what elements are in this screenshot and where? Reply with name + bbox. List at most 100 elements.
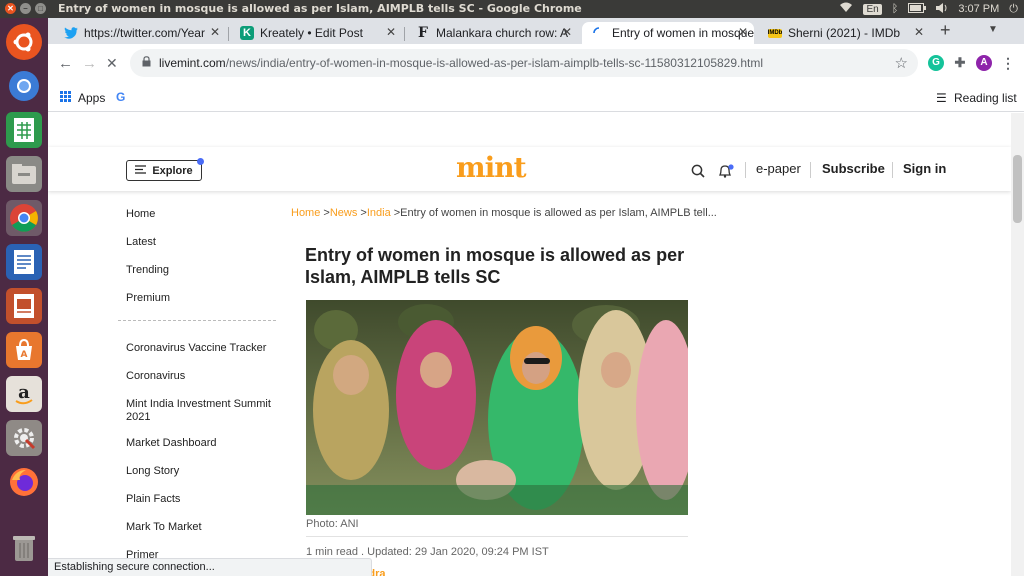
article-divider — [306, 536, 688, 537]
launcher: A a — [0, 18, 48, 576]
photo-caption: Photo: ANI — [306, 518, 359, 530]
nav-mark-to-market[interactable]: Mark To Market — [126, 521, 276, 534]
article-photo[interactable] — [306, 300, 688, 515]
explore-button[interactable]: Explore — [126, 158, 204, 181]
nav-plain-facts[interactable]: Plain Facts — [126, 493, 276, 506]
close-window-button[interactable]: ✕ — [5, 3, 16, 14]
spreadsheet-icon[interactable] — [6, 112, 42, 148]
breadcrumb: Home >News >India >Entry of women in mos… — [291, 207, 717, 219]
breadcrumb-current: >Entry of women in mosque is allowed as … — [390, 207, 717, 219]
minimize-window-button[interactable]: – — [20, 3, 31, 14]
tab-twitter[interactable]: https://twitter.com/Year ✕ — [54, 22, 226, 44]
amazon-icon[interactable]: a — [6, 376, 42, 412]
reading-list-button[interactable]: Reading list — [954, 91, 1017, 105]
firefox-icon[interactable] — [6, 464, 42, 500]
tab-search-icon[interactable]: ▼ — [988, 24, 998, 35]
desktop: ✕ – □ Entry of women in mosque is allowe… — [0, 0, 1024, 576]
stop-loading-button[interactable]: ✕ — [106, 55, 118, 72]
web-page: Explore mint e-paper Subscribe Sign in H — [48, 113, 1011, 576]
file-manager-icon[interactable] — [6, 156, 42, 192]
battery-icon[interactable] — [908, 2, 927, 16]
tab-label: Malankara church row: A — [436, 26, 569, 40]
nav-vaccine-tracker[interactable]: Coronavirus Vaccine Tracker — [126, 342, 276, 355]
mint-logo[interactable]: mint — [456, 151, 527, 184]
nav-home[interactable]: Home — [126, 208, 276, 221]
extensions-puzzle-icon[interactable]: ✚ — [952, 55, 968, 71]
power-icon[interactable]: ⏻ — [1009, 3, 1018, 16]
tab-close-icon[interactable]: ✕ — [210, 25, 220, 39]
kreately-icon: K — [240, 26, 254, 40]
profile-avatar[interactable]: A — [976, 55, 992, 71]
tab-close-icon[interactable]: ✕ — [738, 25, 748, 39]
chrome-icon[interactable] — [6, 200, 42, 236]
tab-close-icon[interactable]: ✕ — [562, 25, 572, 39]
signin-link[interactable]: Sign in — [903, 161, 946, 176]
settings-icon[interactable] — [6, 420, 42, 456]
breadcrumb-separator: > — [320, 207, 330, 219]
tab-imdb[interactable]: IMDb Sherni (2021) - IMDb ✕ — [758, 22, 930, 44]
bookmark-star-icon[interactable]: ☆ — [895, 54, 908, 72]
impress-icon[interactable] — [6, 288, 42, 324]
tab-close-icon[interactable]: ✕ — [914, 25, 924, 39]
nav-market-dashboard[interactable]: Market Dashboard — [126, 437, 276, 450]
nav-coronavirus[interactable]: Coronavirus — [126, 370, 276, 383]
search-icon[interactable] — [691, 164, 705, 183]
tab-livemint-active[interactable]: Entry of women in mosque ✕ — [582, 22, 754, 44]
browser-toolbar: ← → ✕ livemint.com/news/india/entry-of-w… — [48, 44, 1024, 84]
subscribe-link[interactable]: Subscribe — [822, 161, 885, 176]
lock-icon[interactable] — [142, 56, 151, 70]
nav-latest[interactable]: Latest — [126, 236, 276, 249]
browser-window: https://twitter.com/Year ✕ K Kreately • … — [48, 18, 1024, 576]
hamburger-icon — [135, 164, 147, 177]
site-header: Explore mint e-paper Subscribe Sign in — [48, 147, 1011, 191]
article-meta: 1 min read . Updated: 29 Jan 2020, 09:24… — [306, 546, 549, 558]
tab-kreately[interactable]: K Kreately • Edit Post ✕ — [230, 22, 402, 44]
software-center-icon[interactable]: A — [6, 332, 42, 368]
apps-bookmark[interactable]: Apps — [78, 91, 105, 105]
chromium-icon[interactable] — [6, 68, 42, 104]
firstpost-icon: F — [418, 25, 428, 41]
notification-bell-icon[interactable] — [718, 164, 734, 183]
breadcrumb-news[interactable]: News — [330, 207, 358, 219]
url-path: /news/india/entry-of-women-in-mosque-is-… — [225, 56, 764, 70]
writer-icon[interactable] — [6, 244, 42, 280]
maximize-window-button[interactable]: □ — [35, 3, 46, 14]
nav-investment-summit[interactable]: Mint India Investment Summit 2021 — [126, 398, 276, 424]
reading-list-icon[interactable]: ☰ — [936, 91, 947, 105]
svg-text:A: A — [21, 350, 28, 360]
wifi-icon[interactable] — [839, 2, 853, 16]
ubuntu-logo-icon[interactable] — [6, 24, 42, 60]
clock[interactable]: 3:07 PM — [958, 3, 999, 15]
apps-grid-icon[interactable] — [60, 91, 71, 105]
menu-kebab-icon[interactable]: ⋮ — [1000, 55, 1016, 71]
volume-icon[interactable] — [936, 2, 948, 16]
system-top-bar: ✕ – □ Entry of women in mosque is allowe… — [0, 0, 1024, 18]
nav-premium[interactable]: Premium — [126, 292, 276, 305]
epaper-link[interactable]: e-paper — [756, 161, 801, 176]
tab-close-icon[interactable]: ✕ — [386, 25, 396, 39]
forward-button[interactable]: → — [82, 55, 97, 72]
tab-label: Sherni (2021) - IMDb — [788, 26, 901, 40]
back-button[interactable]: ← — [58, 55, 73, 72]
breadcrumb-separator: > — [357, 207, 367, 219]
google-bookmark-icon[interactable]: G — [116, 90, 125, 104]
grammarly-icon[interactable]: G — [928, 55, 944, 71]
loading-spinner-icon — [592, 26, 606, 40]
new-tab-button[interactable]: + — [940, 20, 951, 41]
bluetooth-icon[interactable]: ᛒ — [892, 3, 899, 15]
page-scrollbar[interactable] — [1011, 113, 1024, 576]
tab-label: Entry of women in mosque — [612, 26, 754, 40]
breadcrumb-home[interactable]: Home — [291, 207, 320, 219]
imdb-icon: IMDb — [767, 28, 783, 38]
address-bar[interactable]: livemint.com/news/india/entry-of-women-i… — [130, 49, 918, 77]
scrollbar-thumb[interactable] — [1013, 155, 1022, 223]
breadcrumb-india[interactable]: India — [367, 207, 391, 219]
trash-icon[interactable] — [6, 530, 42, 566]
tab-label: https://twitter.com/Year — [84, 26, 205, 40]
system-tray: En ᛒ 3:07 PM ⏻ — [839, 0, 1018, 18]
tab-firstpost[interactable]: F Malankara church row: A ✕ — [406, 22, 578, 44]
nav-long-story[interactable]: Long Story — [126, 465, 276, 478]
nav-trending[interactable]: Trending — [126, 264, 276, 277]
language-indicator[interactable]: En — [863, 3, 882, 15]
article-headline: Entry of women in mosque is allowed as p… — [305, 245, 685, 287]
